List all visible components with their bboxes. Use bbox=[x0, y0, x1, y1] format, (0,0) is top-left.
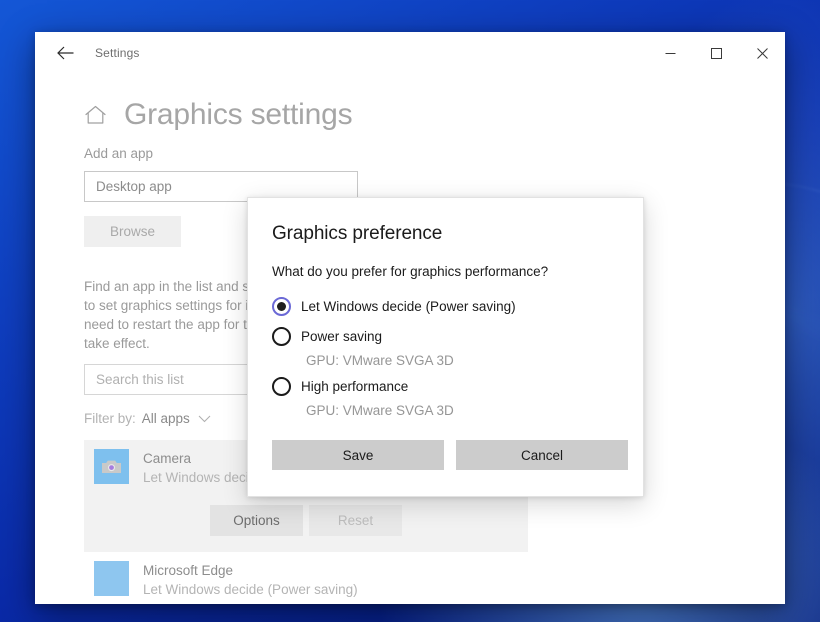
maximize-button[interactable] bbox=[693, 32, 739, 74]
settings-window: Settings bbox=[35, 32, 785, 604]
cancel-label: Cancel bbox=[521, 448, 563, 463]
gpu-caption: GPU: VMware SVGA 3D bbox=[306, 349, 619, 373]
chevron-down-icon bbox=[198, 415, 211, 423]
radio-let-windows-decide[interactable]: Let Windows decide (Power saving) bbox=[272, 293, 619, 319]
dialog-question: What do you prefer for graphics performa… bbox=[272, 264, 619, 279]
radio-label: High performance bbox=[301, 379, 408, 394]
dialog-content: Graphics preference What do you prefer f… bbox=[248, 198, 643, 423]
radio-indicator bbox=[272, 327, 291, 346]
radio-label: Let Windows decide (Power saving) bbox=[301, 299, 516, 314]
camera-icon bbox=[101, 459, 122, 475]
options-button[interactable]: Options bbox=[210, 505, 303, 536]
app-title: Settings bbox=[95, 46, 140, 60]
search-placeholder: Search this list bbox=[96, 372, 184, 387]
back-arrow-icon bbox=[57, 46, 74, 60]
back-button[interactable] bbox=[43, 37, 87, 69]
radio-indicator bbox=[272, 297, 291, 316]
maximize-icon bbox=[711, 48, 722, 59]
save-label: Save bbox=[343, 448, 374, 463]
close-button[interactable] bbox=[739, 32, 785, 74]
filter-label: Filter by: bbox=[84, 411, 136, 426]
page-title: Graphics settings bbox=[124, 98, 352, 132]
add-an-app-label: Add an app bbox=[84, 146, 785, 161]
browse-button[interactable]: Browse bbox=[84, 216, 181, 247]
list-item[interactable]: Microsoft Edge Let Windows decide (Power… bbox=[84, 552, 528, 604]
close-icon bbox=[757, 48, 768, 59]
reset-button: Reset bbox=[309, 505, 402, 536]
home-icon[interactable] bbox=[84, 105, 107, 125]
app-type-value: Desktop app bbox=[96, 179, 172, 194]
page-header: Graphics settings bbox=[84, 98, 785, 132]
radio-power-saving[interactable]: Power saving bbox=[272, 323, 619, 349]
radio-label: Power saving bbox=[301, 329, 382, 344]
dialog-buttons: Save Cancel bbox=[272, 440, 628, 470]
app-tile bbox=[94, 449, 129, 484]
radio-high-performance[interactable]: High performance bbox=[272, 373, 619, 399]
minimize-icon bbox=[665, 48, 676, 59]
browse-label: Browse bbox=[110, 224, 155, 239]
app-name: Microsoft Edge bbox=[143, 562, 358, 579]
options-label: Options bbox=[233, 513, 280, 528]
minimize-button[interactable] bbox=[647, 32, 693, 74]
filter-value: All apps bbox=[142, 411, 190, 426]
app-status: Let Windows decide (Power saving) bbox=[143, 580, 358, 599]
graphics-preference-radio-group: Let Windows decide (Power saving) Power … bbox=[272, 293, 619, 423]
gpu-caption: GPU: VMware SVGA 3D bbox=[306, 399, 619, 423]
reset-label: Reset bbox=[338, 513, 373, 528]
cancel-button[interactable]: Cancel bbox=[456, 440, 628, 470]
app-tile bbox=[94, 561, 129, 596]
app-meta: Microsoft Edge Let Windows decide (Power… bbox=[143, 561, 358, 599]
desktop-background: Settings bbox=[0, 0, 820, 622]
window-controls bbox=[647, 32, 785, 74]
save-button[interactable]: Save bbox=[272, 440, 444, 470]
dialog-title: Graphics preference bbox=[272, 223, 619, 245]
window-title-bar: Settings bbox=[35, 32, 785, 74]
radio-indicator bbox=[272, 377, 291, 396]
graphics-preference-dialog: Graphics preference What do you prefer f… bbox=[247, 197, 644, 497]
